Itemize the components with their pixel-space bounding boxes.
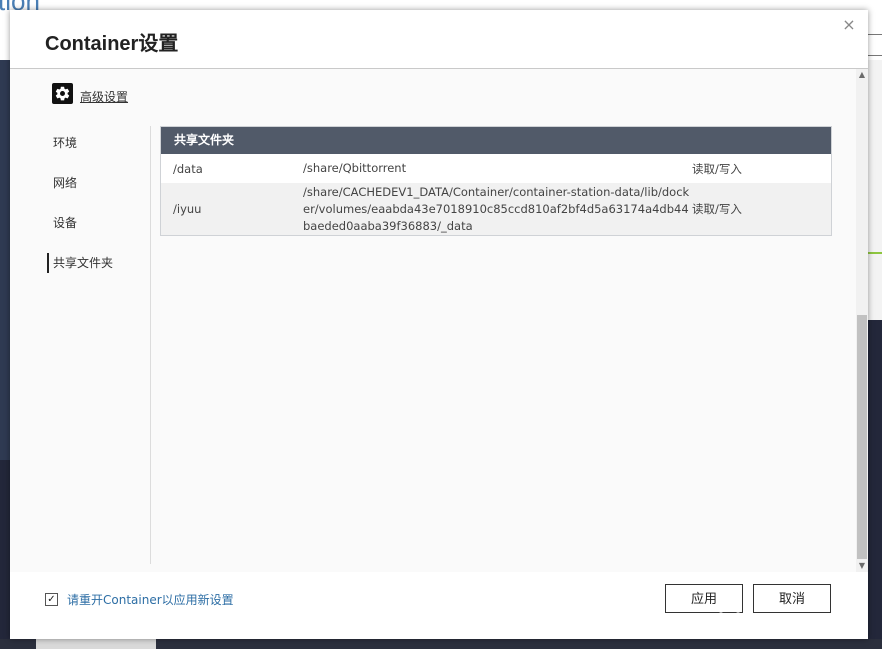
watermark-logo-icon: 值 [716,608,743,635]
table-row[interactable]: /data /share/Qbittorrent 读取/写入 [161,154,831,183]
scroll-thumb[interactable] [857,315,867,559]
scroll-up-arrow-icon[interactable]: ▲ [856,69,868,81]
nav-item-environment[interactable]: 环境 [47,129,147,169]
host-path: /share/Qbittorrent [303,161,407,175]
advanced-settings-link[interactable]: 高级设置 [80,88,128,105]
scroll-down-arrow-icon[interactable]: ▼ [856,560,868,572]
dialog-content: 高级设置 环境 网络 设备 共享文件夹 共享文件夹 /data /share/Q… [10,69,856,572]
dialog-header: Container设置 × [10,10,868,69]
nav-item-shared-folders[interactable]: 共享文件夹 [47,249,147,289]
advanced-settings-row: 高级设置 [52,82,128,105]
watermark-text: 什么值得买 [749,614,834,634]
watermark: 值 什么值得买 [716,608,834,635]
settings-nav: 环境 网络 设备 共享文件夹 [47,129,147,289]
background-panel [868,60,882,320]
nav-item-devices[interactable]: 设备 [47,209,147,249]
table-row[interactable]: /iyuu /share/CACHEDEV1_DATA/Container/co… [161,183,831,235]
shared-folders-table: 共享文件夹 /data /share/Qbittorrent 读取/写入 /iy… [160,126,832,236]
mount-name: /iyuu [173,202,202,216]
host-path: /share/CACHEDEV1_DATA/Container/containe… [303,184,690,233]
background-bottom-strip [36,639,156,649]
restart-checkbox[interactable]: ✓ [45,593,58,606]
table-header: 共享文件夹 [161,127,831,154]
container-settings-dialog: Container设置 × 高级设置 环境 网络 设备 共享文件夹 共享文件夹 … [10,10,868,639]
gear-icon [52,83,73,104]
permission: 读取/写入 [692,202,742,216]
background-green-line [868,252,882,254]
restart-checkbox-label[interactable]: 请重开Container以应用新设置 [67,591,234,608]
background-sidebar [0,60,10,460]
dialog-title: Container设置 [45,33,179,55]
background-button [866,34,882,56]
nav-item-network[interactable]: 网络 [47,169,147,209]
permission: 读取/写入 [692,161,742,176]
nav-divider [150,126,151,564]
close-icon[interactable]: × [840,16,858,34]
vertical-scrollbar[interactable]: ▲ ▼ [856,69,868,572]
mount-name: /data [173,161,203,176]
